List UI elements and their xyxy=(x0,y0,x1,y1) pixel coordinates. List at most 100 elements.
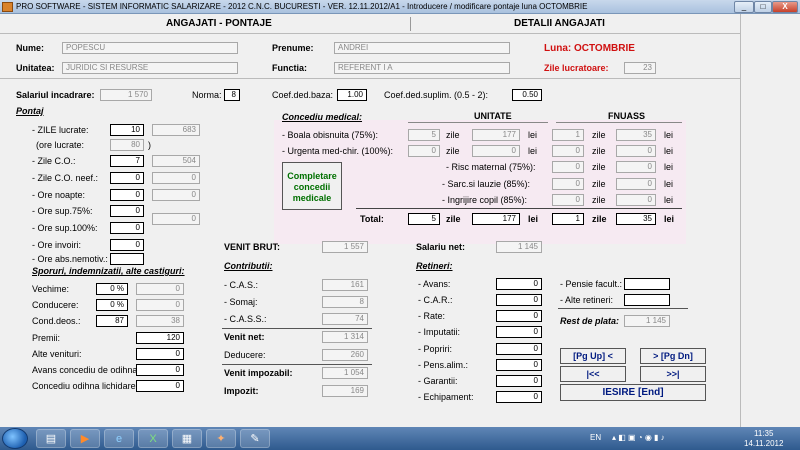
ore-abs-input[interactable] xyxy=(110,253,144,265)
zile-lucrate-input[interactable]: 10 xyxy=(110,124,144,136)
pens-alim-input[interactable]: 0 xyxy=(496,359,542,371)
coef-baza-label: Coef.ded.baza: xyxy=(272,90,334,100)
lei-label: lei xyxy=(664,130,674,140)
unitatea-label: Unitatea: xyxy=(16,63,55,73)
salariu-net-label: Salariu net: xyxy=(416,242,466,252)
risc-maternal-label: - Risc maternal (75%): xyxy=(446,162,536,172)
garantii-label: - Garantii: xyxy=(418,376,458,386)
start-button-icon[interactable] xyxy=(2,428,28,449)
pontaj-title: Pontaj xyxy=(16,106,44,116)
ingrijire-copil-label: - Ingrijire copil (85%): xyxy=(442,195,528,205)
popriri-input[interactable]: 0 xyxy=(496,343,542,355)
coef-supl-label: Coef.ded.suplim. (0.5 - 2): xyxy=(384,90,489,100)
ingrijire-f-zile: 0 xyxy=(552,194,584,206)
page-down-button[interactable]: > [Pg Dn] xyxy=(640,348,706,364)
premii-input[interactable]: 120 xyxy=(136,332,184,344)
minimize-button[interactable]: _ xyxy=(734,1,754,13)
zile-co-neef-input[interactable]: 0 xyxy=(110,172,144,184)
ore-invoiri-input[interactable]: 0 xyxy=(110,239,144,251)
ore-sup100-input[interactable]: 0 xyxy=(110,222,144,234)
co-lichidare-input[interactable]: 0 xyxy=(136,380,184,392)
imputatii-label: - Imputatii: xyxy=(418,327,461,337)
first-record-button[interactable]: |<< xyxy=(560,366,626,382)
ore-noapte-input[interactable]: 0 xyxy=(110,189,144,201)
explorer-icon[interactable]: ▤ xyxy=(36,429,66,448)
avans-co-input[interactable]: 0 xyxy=(136,364,184,376)
alte-retineri-label: - Alte retineri: xyxy=(560,295,614,305)
zile-label: zile xyxy=(592,179,606,189)
language-indicator[interactable]: EN xyxy=(590,433,601,442)
alte-retineri-input[interactable] xyxy=(624,294,670,306)
lei-label: lei xyxy=(528,130,538,140)
vechime-pct-input[interactable]: 0 % xyxy=(96,283,128,295)
avans-co-label: Avans concediu de odihna: xyxy=(32,365,140,375)
excel-icon[interactable]: X xyxy=(138,429,168,448)
internet-explorer-icon[interactable]: e xyxy=(104,429,134,448)
zile-label: zile xyxy=(446,214,461,224)
urgenta-f-zile: 0 xyxy=(552,145,584,157)
close-button[interactable]: X xyxy=(772,1,798,13)
somaj-label: - Somaj: xyxy=(224,297,258,307)
ore-sup100-label: - Ore sup.100%: xyxy=(32,223,98,233)
alte-venituri-input[interactable]: 0 xyxy=(136,348,184,360)
lei-label: lei xyxy=(528,214,539,224)
risc-f-lei: 0 xyxy=(616,161,656,173)
page-up-button[interactable]: [Pg Up] < xyxy=(560,348,626,364)
paint-icon[interactable]: ✎ xyxy=(240,429,270,448)
boala-u-lei: 177 xyxy=(472,129,520,141)
zile-lucrate-value: 683 xyxy=(152,124,200,136)
car-label: - C.A.R.: xyxy=(418,295,453,305)
cond-deos-value: 38 xyxy=(136,315,184,327)
avans-input[interactable]: 0 xyxy=(496,278,542,290)
sarcina-f-zile: 0 xyxy=(552,178,584,190)
salariu-net-value: 1 145 xyxy=(496,241,542,253)
fox-app-icon[interactable]: ✦ xyxy=(206,429,236,448)
deducere-label: Deducere: xyxy=(224,350,266,360)
venit-impozabil-label: Venit impozabil: xyxy=(224,368,293,378)
pensie-input[interactable] xyxy=(624,278,670,290)
total-u-zile: 5 xyxy=(408,213,440,225)
impozit-label: Impozit: xyxy=(224,386,259,396)
venit-impozabil-value: 1 054 xyxy=(322,367,368,379)
functia-field: REFERENT I A xyxy=(334,62,510,74)
last-record-button[interactable]: >>| xyxy=(640,366,706,382)
window-titlebar: PRO SOFTWARE - SISTEM INFORMATIC SALARIZ… xyxy=(0,0,800,14)
header-angajati-pontaje: ANGAJATI - PONTAJE xyxy=(166,18,272,29)
ore-sup75-input[interactable]: 0 xyxy=(110,205,144,217)
iesire-button[interactable]: IESIRE [End] xyxy=(560,384,706,401)
nume-field: POPESCU xyxy=(62,42,238,54)
venit-net-label: Venit net: xyxy=(224,332,265,342)
garantii-input[interactable]: 0 xyxy=(496,375,542,387)
coef-baza-field[interactable]: 1.00 xyxy=(337,89,367,101)
norma-field[interactable]: 8 xyxy=(224,89,240,101)
ore-lucrate-close: ) xyxy=(148,140,151,150)
cass-label: - C.A.S.S.: xyxy=(224,314,267,324)
salariul-field: 1 570 xyxy=(100,89,152,101)
main-form: ANGAJATI - PONTAJE DETALII ANGAJATI Nume… xyxy=(0,14,800,427)
deducere-value: 260 xyxy=(322,349,368,361)
car-input[interactable]: 0 xyxy=(496,294,542,306)
unitatea-field: JURIDIC SI RESURSE xyxy=(62,62,238,74)
maximize-button[interactable]: □ xyxy=(754,1,772,13)
zile-co-input[interactable]: 7 xyxy=(110,155,144,167)
app-window-icon[interactable]: ▦ xyxy=(172,429,202,448)
ore-lucrate-value: 80 xyxy=(110,139,144,151)
rate-input[interactable]: 0 xyxy=(496,310,542,322)
nume-label: Nume: xyxy=(16,43,45,53)
urgenta-u-zile: 0 xyxy=(408,145,440,157)
zile-lucratoare-field: 23 xyxy=(624,62,656,74)
urgenta-f-lei: 0 xyxy=(616,145,656,157)
echipament-input[interactable]: 0 xyxy=(496,391,542,403)
total-label: Total: xyxy=(360,214,384,224)
cond-deos-input[interactable]: 87 xyxy=(96,315,128,327)
venit-net-value: 1 314 xyxy=(322,331,368,343)
boala-f-zile: 1 xyxy=(552,129,584,141)
conducere-pct-input[interactable]: 0 % xyxy=(96,299,128,311)
clock-time: 11:35 xyxy=(754,429,774,438)
imputatii-input[interactable]: 0 xyxy=(496,326,542,338)
coef-supl-field[interactable]: 0.50 xyxy=(512,89,542,101)
completare-concedii-button[interactable]: Completare concedii medicale xyxy=(282,162,342,210)
risc-f-zile: 0 xyxy=(552,161,584,173)
pensie-label: - Pensie facult.: xyxy=(560,279,623,289)
media-player-icon[interactable]: ▶ xyxy=(70,429,100,448)
